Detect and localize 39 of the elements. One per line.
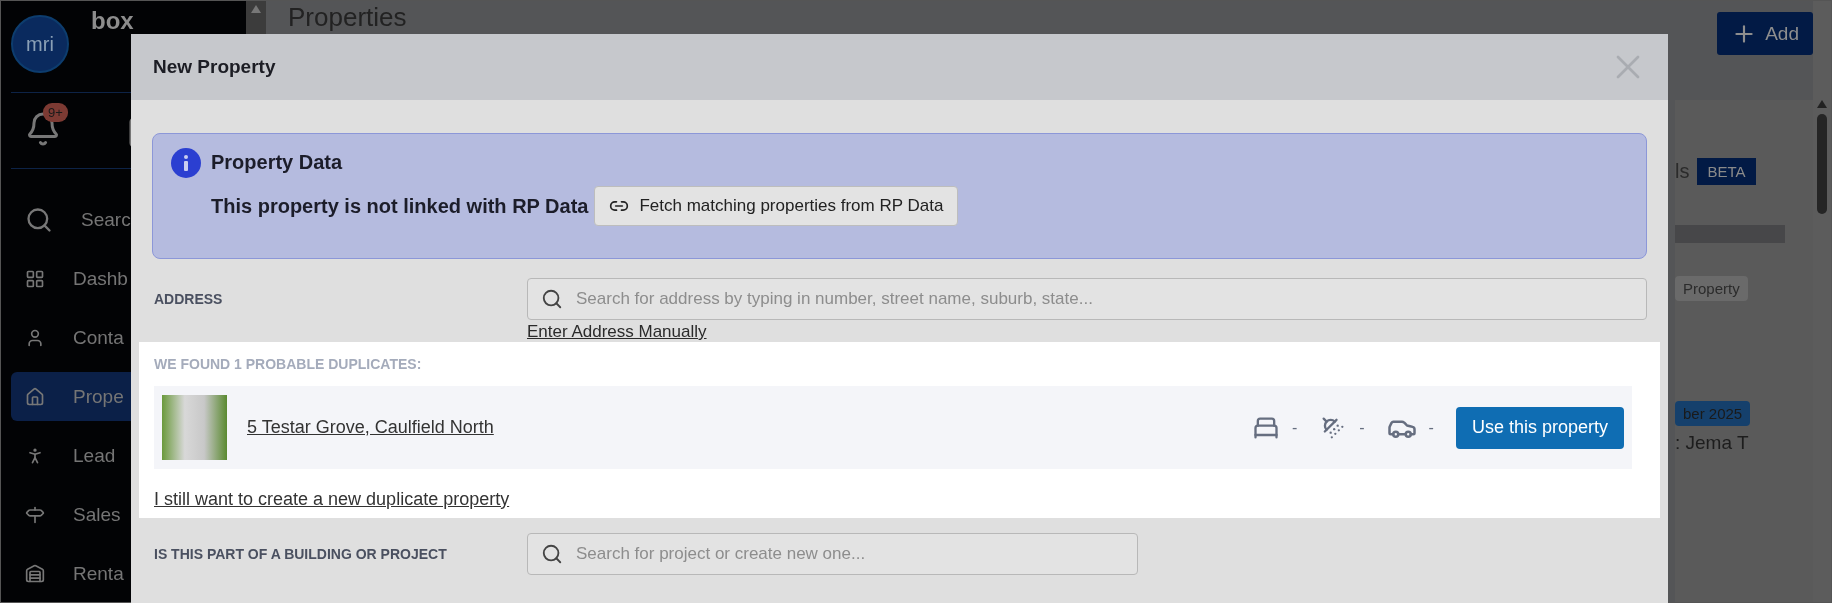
address-search-field[interactable]: Search for address by typing in number, street name, suburb, state... (527, 278, 1647, 320)
nav-icon (25, 563, 45, 584)
bell-icon[interactable] (25, 110, 61, 147)
create-duplicate-link[interactable]: I still want to create a new duplicate property (154, 489, 510, 510)
nav-icon (25, 386, 45, 407)
project-search-field[interactable]: Search for project or create new one... (527, 533, 1138, 575)
brand-name: box (91, 9, 134, 33)
duplicates-heading: WE FOUND 1 PROBABLE DUPLICATES: (154, 356, 423, 372)
scroll-up-icon[interactable] (1817, 100, 1827, 108)
logo: mri (11, 15, 69, 73)
field-label: IS THIS PART OF A BUILDING OR PROJECT (154, 546, 448, 562)
beta-badge: BETA (1697, 157, 1756, 185)
fetch-button[interactable]: Fetch matching properties from RP Data (594, 186, 959, 226)
manual-address-link[interactable]: Enter Address Manually (527, 322, 707, 342)
date-tag: ber 2025 (1675, 401, 1751, 426)
info-icon (171, 148, 201, 178)
use-property-button[interactable]: Use this property (1455, 406, 1624, 449)
photo-placeholder (162, 395, 227, 460)
bedroom-count: - (1291, 418, 1298, 437)
modal-title: New Property (153, 56, 276, 78)
add-button[interactable]: Add (1717, 12, 1813, 55)
search-icon (541, 543, 563, 565)
nav-icon (25, 504, 45, 525)
nav-item[interactable]: Lead (11, 431, 236, 480)
agent-text: : Jema T (1675, 432, 1750, 454)
field-label: ADDRESS (154, 291, 224, 307)
car-space-count: - (1428, 418, 1434, 437)
scroll-up-icon[interactable] (251, 5, 261, 13)
info-title: Property Data (211, 150, 344, 175)
nav-icon (25, 205, 53, 234)
notification-badge: 9+ (43, 102, 68, 122)
property-address-link[interactable]: 5 Testar Grove, Caulfield North (247, 417, 1252, 438)
info-message: This property is not linked with RP Data (211, 194, 589, 218)
nav-icon (25, 268, 45, 289)
search-icon (541, 288, 563, 310)
nav-icon (25, 327, 45, 348)
scrollbar-thumb[interactable] (1817, 114, 1827, 214)
bathroom-count: - (1359, 418, 1365, 437)
property-tag: Property (1675, 276, 1748, 301)
